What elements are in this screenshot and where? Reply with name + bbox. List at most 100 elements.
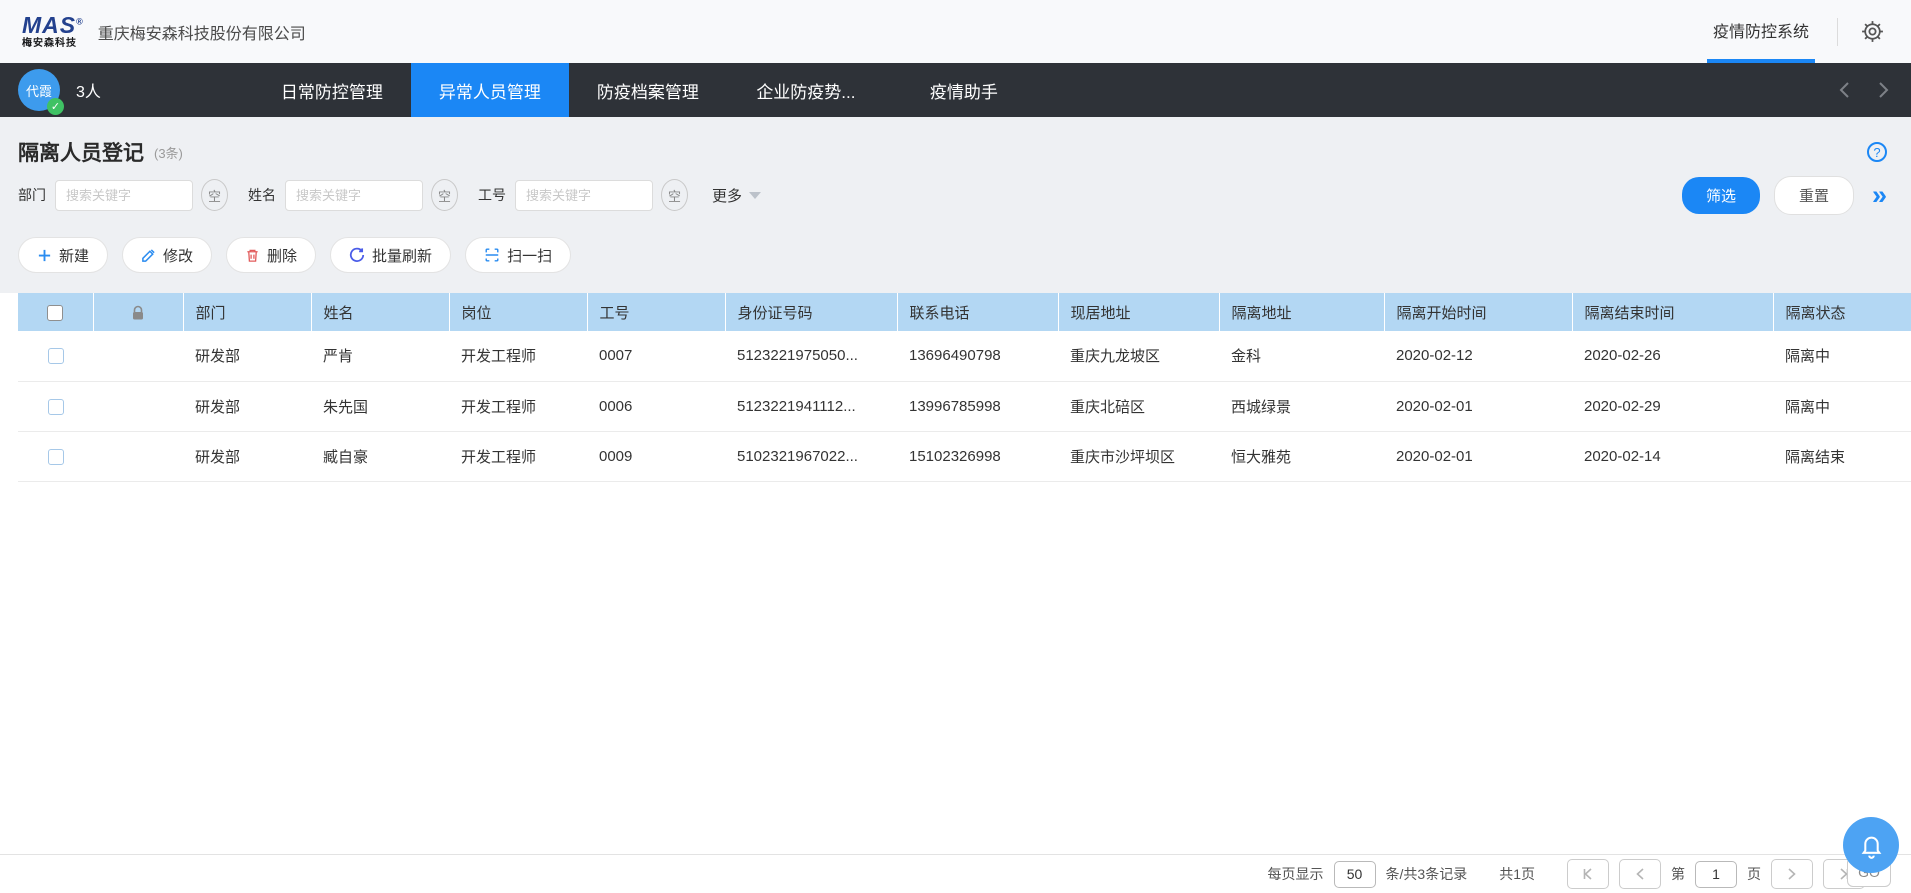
record-count-badge: (3条): [154, 143, 183, 162]
department-search-input[interactable]: [55, 180, 193, 211]
row-checkbox-cell: [18, 331, 93, 381]
divider: [1837, 18, 1838, 46]
row-checkbox-cell: [18, 431, 93, 481]
table-cell: 2020-02-14: [1572, 431, 1773, 481]
prev-page-button[interactable]: [1619, 859, 1661, 889]
plus-icon: [37, 248, 52, 263]
table-cell: 开发工程师: [449, 381, 587, 431]
help-icon[interactable]: ?: [1867, 142, 1887, 162]
col-header-phone[interactable]: 联系电话: [897, 293, 1058, 331]
per-page-input[interactable]: [1334, 861, 1376, 888]
col-header-name[interactable]: 姓名: [311, 293, 449, 331]
lock-icon: [131, 305, 145, 321]
table-cell: 严肯: [311, 331, 449, 381]
table-cell: 朱先国: [311, 381, 449, 431]
department-empty-button[interactable]: 空: [201, 179, 228, 211]
table-row[interactable]: 研发部臧自豪开发工程师00095102321967022...151023269…: [18, 431, 1911, 481]
chevron-right-icon[interactable]: [1878, 81, 1889, 99]
notification-bell-button[interactable]: [1843, 817, 1899, 873]
row-checkbox[interactable]: [48, 348, 64, 364]
table-cell: 重庆市沙坪坝区: [1058, 431, 1219, 481]
col-header-isolation-address[interactable]: 隔离地址: [1219, 293, 1384, 331]
table-cell: 2020-02-26: [1572, 331, 1773, 381]
more-filters-toggle[interactable]: 更多: [712, 185, 761, 206]
create-button[interactable]: 新建: [18, 237, 108, 273]
col-header-idcard[interactable]: 身份证号码: [725, 293, 897, 331]
reset-button[interactable]: 重置: [1774, 176, 1854, 215]
table-cell: 金科: [1219, 331, 1384, 381]
first-page-button[interactable]: [1567, 859, 1609, 889]
floating-actions: GO: [1839, 817, 1899, 887]
tab-enterprise-situation[interactable]: 企业防疫势...: [727, 63, 885, 117]
table-row[interactable]: 研发部严肯开发工程师00075123221975050...1369649079…: [18, 331, 1911, 381]
tab-abnormal-personnel[interactable]: 异常人员管理: [411, 63, 569, 117]
page-title: 隔离人员登记: [18, 137, 144, 167]
tab-epidemic-assistant[interactable]: 疫情助手: [885, 63, 1043, 117]
row-lock-cell: [93, 331, 183, 381]
table-cell: 0007: [587, 331, 725, 381]
records-total-label: 条/共3条记录: [1386, 864, 1468, 884]
table-cell: 恒大雅苑: [1219, 431, 1384, 481]
trash-icon: [245, 248, 260, 263]
name-search-input[interactable]: [285, 180, 423, 211]
table-cell: 13696490798: [897, 331, 1058, 381]
col-header-start-date[interactable]: 隔离开始时间: [1384, 293, 1572, 331]
table-panel: 部门 姓名 岗位 工号 身份证号码 联系电话 现居地址 隔离地址 隔离开始时间 …: [0, 293, 1911, 893]
table-row[interactable]: 研发部朱先国开发工程师00065123221941112...139967859…: [18, 381, 1911, 431]
refresh-icon: [349, 247, 365, 263]
table-cell: 13996785998: [897, 381, 1058, 431]
chevron-left-icon[interactable]: [1839, 81, 1850, 99]
people-count: 3人: [76, 78, 101, 102]
row-checkbox[interactable]: [48, 449, 64, 465]
table-cell: 开发工程师: [449, 431, 587, 481]
table-header-row: 部门 姓名 岗位 工号 身份证号码 联系电话 现居地址 隔离地址 隔离开始时间 …: [18, 293, 1911, 331]
page-suffix-label: 页: [1747, 864, 1761, 884]
scan-button[interactable]: 扫一扫: [465, 237, 571, 273]
table-cell: 2020-02-29: [1572, 381, 1773, 431]
table-cell: 重庆北碚区: [1058, 381, 1219, 431]
gear-icon[interactable]: [1860, 19, 1885, 44]
next-page-button[interactable]: [1771, 859, 1813, 889]
per-page-label: 每页显示: [1268, 864, 1324, 884]
tab-daily-control[interactable]: 日常防控管理: [253, 63, 411, 117]
caret-down-icon: [749, 192, 761, 199]
table-cell: 15102326998: [897, 431, 1058, 481]
table-body: 研发部严肯开发工程师00075123221975050...1369649079…: [18, 331, 1911, 481]
pagination-bar: 每页显示 条/共3条记录 共1页 第 页: [0, 854, 1911, 893]
table-cell: 开发工程师: [449, 331, 587, 381]
edit-button[interactable]: 修改: [122, 237, 212, 273]
table-cell: 研发部: [183, 331, 311, 381]
batch-refresh-button[interactable]: 批量刷新: [330, 237, 451, 273]
page-number-input[interactable]: [1695, 861, 1737, 888]
col-header-end-date[interactable]: 隔离结束时间: [1572, 293, 1773, 331]
table-cell: 隔离中: [1773, 331, 1911, 381]
name-empty-button[interactable]: 空: [431, 179, 458, 211]
workid-empty-button[interactable]: 空: [661, 179, 688, 211]
row-checkbox[interactable]: [48, 399, 64, 415]
select-all-checkbox[interactable]: [47, 305, 63, 321]
isolation-table: 部门 姓名 岗位 工号 身份证号码 联系电话 现居地址 隔离地址 隔离开始时间 …: [18, 293, 1911, 482]
company-name: 重庆梅安森科技股份有限公司: [98, 20, 306, 44]
system-tab-epidemic[interactable]: 疫情防控系统: [1707, 0, 1815, 63]
user-avatar[interactable]: 代霞 ✓: [18, 69, 60, 111]
table-cell: 2020-02-01: [1384, 381, 1572, 431]
col-header-workid[interactable]: 工号: [587, 293, 725, 331]
col-header-current-address[interactable]: 现居地址: [1058, 293, 1219, 331]
table-cell: 2020-02-12: [1384, 331, 1572, 381]
main-navbar: 代霞 ✓ 3人 日常防控管理 异常人员管理 防疫档案管理 企业防疫势... 疫情…: [0, 63, 1911, 117]
col-header-department[interactable]: 部门: [183, 293, 311, 331]
delete-button[interactable]: 删除: [226, 237, 316, 273]
filter-button[interactable]: 筛选: [1682, 177, 1760, 214]
scan-icon: [484, 247, 500, 263]
expand-double-chevron-icon[interactable]: »: [1872, 182, 1887, 209]
logo-reg-mark: ®: [76, 16, 84, 26]
col-header-status[interactable]: 隔离状态: [1773, 293, 1911, 331]
col-header-position[interactable]: 岗位: [449, 293, 587, 331]
table-cell: 研发部: [183, 431, 311, 481]
tab-epidemic-archives[interactable]: 防疫档案管理: [569, 63, 727, 117]
table-cell: 隔离结束: [1773, 431, 1911, 481]
workid-search-input[interactable]: [515, 180, 653, 211]
row-checkbox-cell: [18, 381, 93, 431]
table-cell: 5123221941112...: [725, 381, 897, 431]
nav-tabs: 日常防控管理 异常人员管理 防疫档案管理 企业防疫势... 疫情助手: [253, 63, 1043, 117]
